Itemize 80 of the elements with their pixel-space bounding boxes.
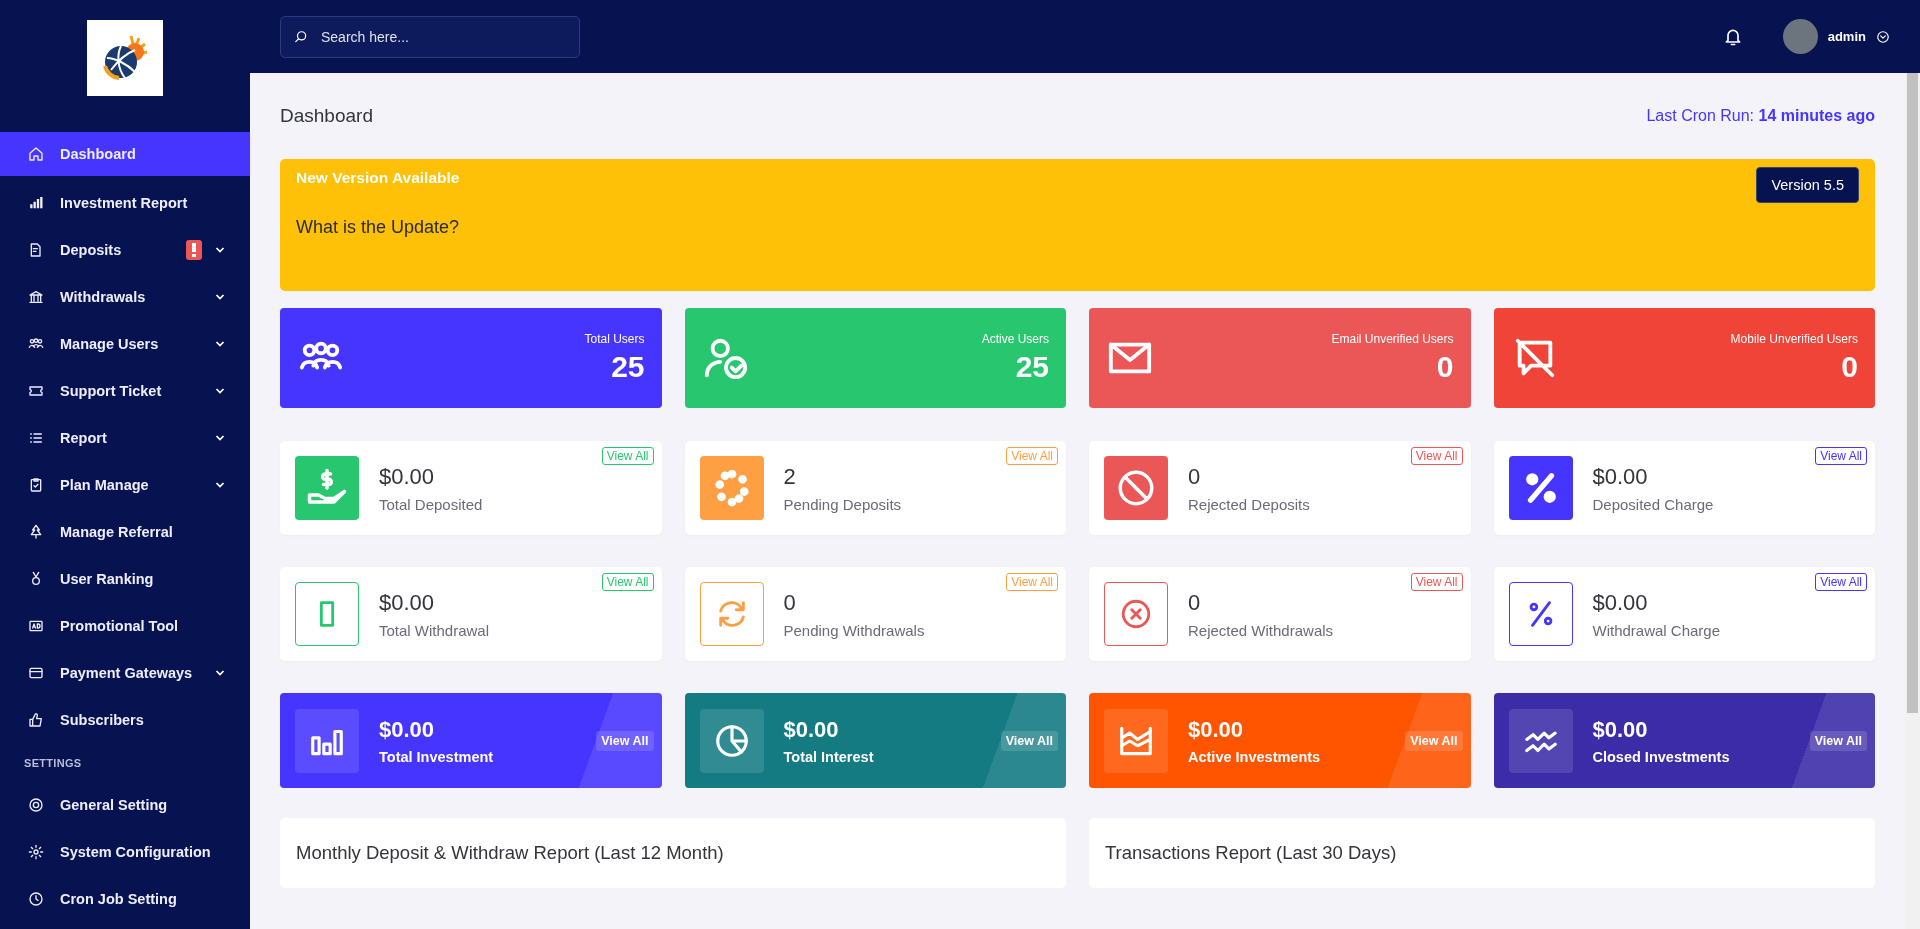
stat-value: 25 (1015, 350, 1049, 384)
widget-value: $0.00 (1592, 589, 1649, 616)
widget-label: Rejected Withdrawals (1188, 621, 1334, 639)
sidebar-item[interactable]: Plan Manage (0, 461, 250, 508)
stat-label: Total Users (584, 332, 645, 346)
scrollbar[interactable] (1905, 73, 1920, 929)
sidebar-item[interactable]: Dashboard (0, 132, 250, 176)
view-all-link[interactable]: View All (1815, 573, 1867, 591)
search-icon (294, 29, 308, 44)
sidebar-item[interactable]: Promotional Tool (0, 602, 250, 649)
report-title: Transactions Report (Last 30 Days) (1105, 842, 1397, 864)
sidebar-item[interactable]: Manage Users (0, 320, 250, 367)
widget-label: Pending Withdrawals (783, 621, 925, 639)
widget-value: $0.00 (379, 589, 436, 616)
sidebar-item[interactable]: User Ranking (0, 555, 250, 602)
sidebar-item[interactable]: Support Ticket (0, 367, 250, 414)
bank-icon (28, 288, 44, 305)
sidebar-item[interactable]: Report (0, 414, 250, 461)
banner-question: What is the Update? (296, 217, 461, 238)
bar-chart-icon (28, 194, 44, 211)
clock-icon (28, 890, 44, 907)
stat-value: 0 (1841, 350, 1858, 384)
page-title: Dashboard (280, 105, 373, 127)
widget-value: 2 (783, 463, 797, 490)
search-field[interactable]: Search here... (280, 15, 580, 58)
widget-value: 0 (783, 589, 797, 616)
tree-icon (28, 523, 44, 540)
circle-x-icon (1119, 597, 1153, 631)
stat-label: Active Users (981, 332, 1049, 346)
investment-value: $0.00 (1592, 716, 1649, 743)
widget-label: Total Deposited (379, 495, 483, 513)
widget-label: Total Withdrawal (379, 621, 490, 639)
stat-value: 25 (611, 350, 645, 384)
view-all-link[interactable]: View All (1815, 447, 1867, 465)
widget-label: Rejected Deposits (1188, 495, 1310, 513)
report-title: Monthly Deposit & Withdraw Report (Last 12 Month) (296, 842, 724, 864)
investment-label: Active Investments (1188, 748, 1322, 765)
document-icon (28, 241, 44, 258)
sidebar-item[interactable]: Investment Report (0, 179, 250, 226)
user-name[interactable]: admin (1827, 29, 1866, 44)
lifebuoy-icon (28, 796, 44, 813)
sidebar-item[interactable]: Subscribers (0, 696, 250, 743)
widget-value: $0.00 (379, 463, 436, 490)
widget-label: Deposited Charge (1592, 495, 1714, 513)
clipboard-check-icon (28, 476, 44, 493)
investment-value: $0.00 (783, 716, 840, 743)
avatar[interactable] (1782, 19, 1818, 54)
sidebar-item[interactable]: General Setting (0, 781, 250, 828)
stat-value: 0 (1436, 350, 1454, 384)
sidebar-item[interactable]: Cron Job Setting (0, 875, 250, 922)
sidebar-item[interactable]: Deposits (0, 226, 250, 273)
sidebar-item[interactable]: Payment Gateways (0, 649, 250, 696)
sidebar-item[interactable]: Withdrawals (0, 273, 250, 320)
stat-label: Mobile Unverified Users (1730, 332, 1858, 346)
investment-label: Total Interest (783, 748, 875, 765)
widget-value: 0 (1188, 463, 1202, 490)
sidebar-item[interactable]: Manage Referral (0, 508, 250, 555)
home-icon (28, 146, 44, 162)
thumbs-up-icon (28, 711, 44, 728)
widget-value: 0 (1188, 589, 1202, 616)
banner-title: New Version Available (296, 169, 461, 188)
investment-label: Total Investment (379, 748, 495, 765)
widget-label: Pending Deposits (783, 495, 902, 513)
investment-value: $0.00 (1188, 716, 1245, 743)
version-badge: Version 5.5 (1756, 167, 1859, 203)
logo[interactable] (87, 20, 163, 96)
sidebar-item[interactable]: System Configuration (0, 828, 250, 875)
investment-value: $0.00 (379, 716, 436, 743)
gear-icon (28, 843, 44, 860)
stat-label: Email Unverified Users (1331, 332, 1454, 346)
view-all-link[interactable]: View All (1410, 573, 1463, 591)
investment-label: Closed Investments (1592, 748, 1731, 765)
widget-label: Withdrawal Charge (1592, 621, 1721, 639)
cron-status: Last Cron Run: 14 minutes ago (1646, 107, 1875, 125)
view-all-button[interactable]: View All (596, 730, 654, 751)
view-all-link[interactable]: View All (1410, 447, 1463, 465)
section-title: SETTINGS (23, 756, 83, 771)
chevron-down-icon (1876, 29, 1890, 44)
widget-value: $0.00 (1592, 463, 1649, 490)
view-all-button[interactable]: View All (1809, 730, 1867, 751)
